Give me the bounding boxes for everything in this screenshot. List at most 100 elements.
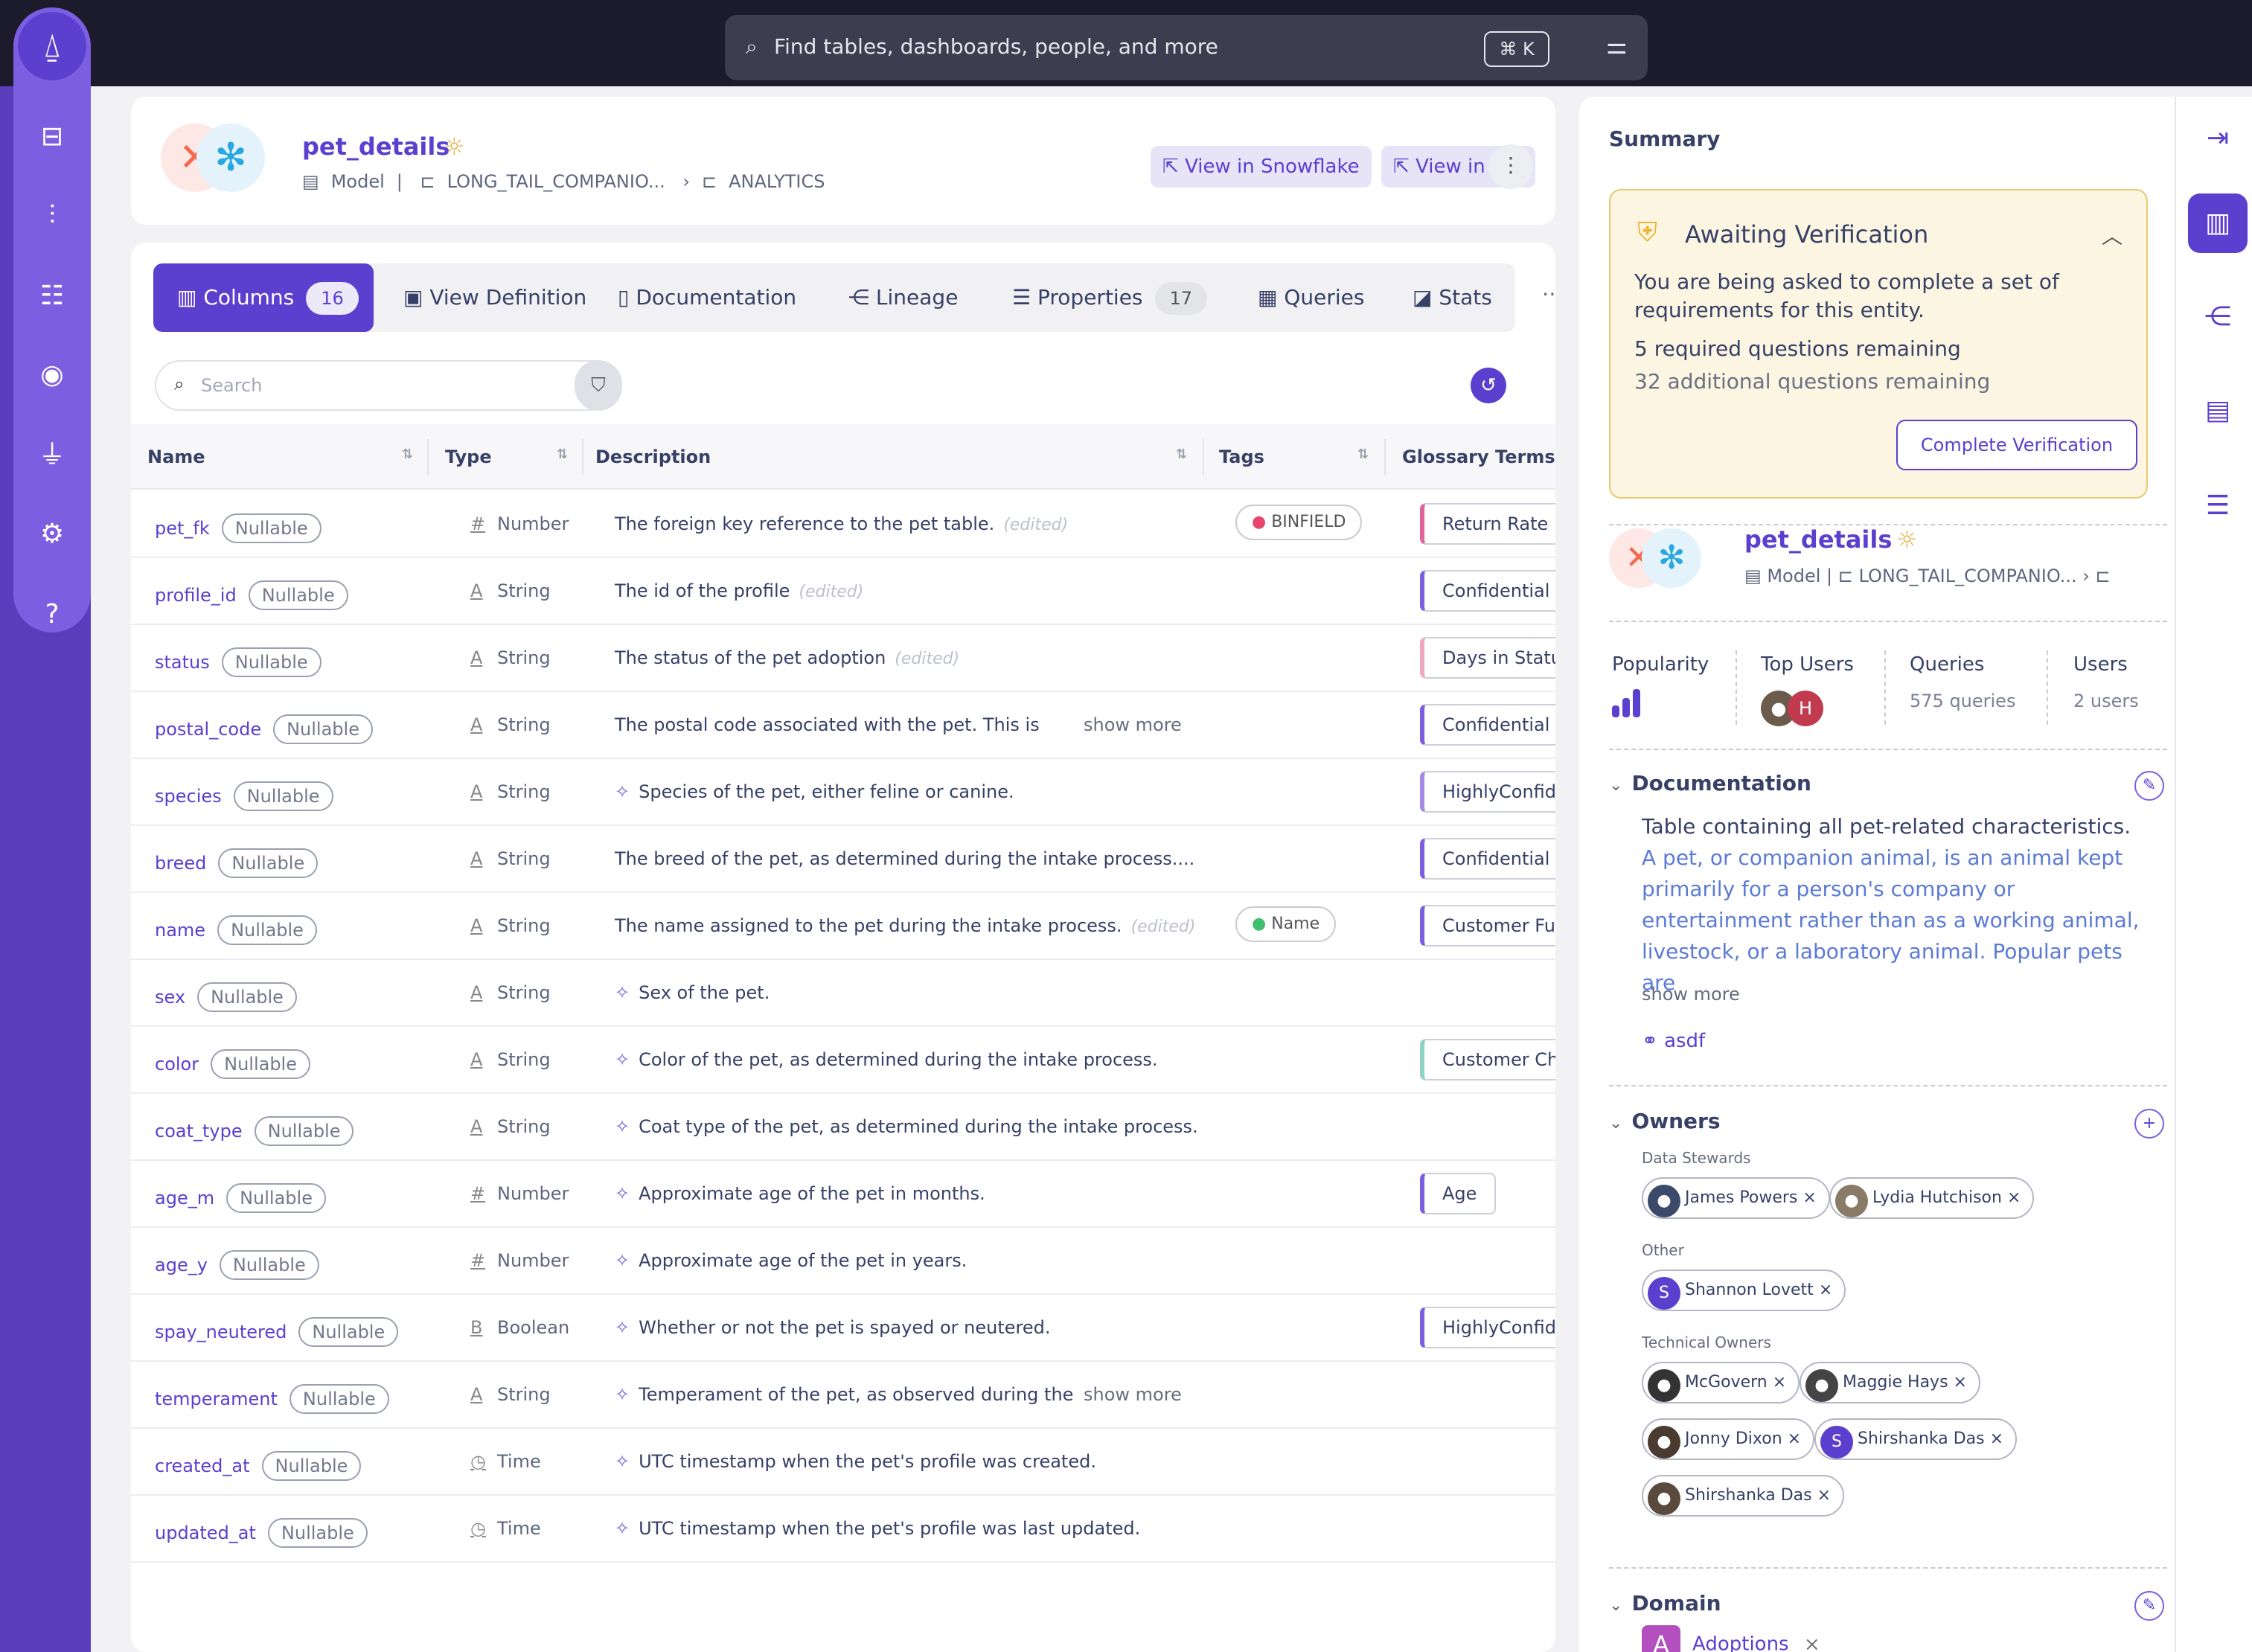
remove-icon[interactable]: × bbox=[2007, 1188, 2021, 1207]
column-description[interactable]: The postal code associated with the pet.… bbox=[615, 714, 1040, 735]
header-glossary-terms[interactable]: Glossary Terms bbox=[1402, 446, 1555, 467]
app-logo-icon[interactable]: ⍙ bbox=[18, 12, 86, 80]
add-owner-plus-icon[interactable]: + bbox=[2134, 1109, 2164, 1139]
table-row[interactable]: postal_code Nullable A String The postal cod… bbox=[131, 692, 1555, 759]
column-name[interactable]: profile_id Nullable bbox=[155, 580, 348, 610]
top-users-avatars[interactable]: ● H bbox=[1761, 691, 1823, 726]
sort-icon[interactable]: ⇅ bbox=[402, 446, 413, 462]
column-description[interactable]: The name assigned to the pet during the … bbox=[615, 915, 1195, 936]
glossary-term-pill[interactable]: HighlyConfidential bbox=[1420, 771, 1555, 813]
documentation-section-header[interactable]: ⌄ Documentation bbox=[1609, 771, 1811, 795]
summary-book-icon[interactable]: ▥ bbox=[2188, 193, 2248, 253]
table-row[interactable]: species Nullable A String ✧ Species of the pe… bbox=[131, 759, 1555, 826]
column-name[interactable]: age_y Nullable bbox=[155, 1250, 319, 1280]
glossary-term-pill[interactable]: Age bbox=[1420, 1173, 1497, 1214]
table-row[interactable]: profile_id Nullable A String The id of the p… bbox=[131, 558, 1555, 625]
glossary-term-pill[interactable]: Return Rate bbox=[1420, 503, 1555, 545]
table-row[interactable]: name Nullable A String The name assigned to … bbox=[131, 893, 1555, 960]
settings-gear-icon[interactable]: ⚙ bbox=[34, 516, 70, 552]
column-name[interactable]: postal_code Nullable bbox=[155, 714, 373, 744]
table-row[interactable]: age_m Nullable # Number ✧ Approximate age of … bbox=[131, 1161, 1555, 1228]
tab-columns[interactable]: ▥ Columns 16 bbox=[153, 263, 374, 332]
domain-section-header[interactable]: ⌄ Domain bbox=[1609, 1591, 1721, 1616]
view-in-snowflake-button[interactable]: ⇱ View in Snowflake bbox=[1151, 146, 1372, 188]
summary-entity-name[interactable]: pet_details bbox=[1744, 525, 1892, 554]
table-row[interactable]: coat_type Nullable A String ✧ Coat type of th… bbox=[131, 1094, 1555, 1161]
owner-chip[interactable]: ● McGovern × bbox=[1642, 1362, 1800, 1403]
ingestion-plug-icon[interactable]: ⏚ bbox=[34, 438, 70, 473]
remove-icon[interactable]: × bbox=[1954, 1373, 1967, 1392]
table-row[interactable]: spay_neutered Nullable B Boolean ✧ Whether or… bbox=[131, 1295, 1555, 1362]
remove-icon[interactable]: × bbox=[1773, 1373, 1786, 1392]
edit-pencil-icon[interactable]: ✎ bbox=[2134, 771, 2164, 801]
filter-icon[interactable]: ⛉ bbox=[575, 360, 622, 411]
owner-chip[interactable]: S Shirshanka Das × bbox=[1814, 1418, 2018, 1460]
sort-icon[interactable]: ⇅ bbox=[557, 446, 568, 462]
collapse-panel-icon[interactable]: ⇥ bbox=[2188, 109, 2248, 168]
table-row[interactable]: created_at Nullable ◷ Time ✧ UTC timestamp wh… bbox=[131, 1429, 1555, 1496]
glossary-term-pill[interactable]: Confidential bbox=[1420, 570, 1555, 612]
column-description[interactable]: The breed of the pet, as determined duri… bbox=[615, 848, 1194, 869]
documentation-show-more[interactable]: show more bbox=[1642, 984, 1740, 1005]
history-icon[interactable]: ↺ bbox=[1471, 368, 1506, 403]
more-options-button[interactable]: ⋮ bbox=[1488, 144, 1533, 189]
column-name[interactable]: pet_fk Nullable bbox=[155, 513, 322, 543]
header-description[interactable]: Description bbox=[595, 446, 711, 467]
table-row[interactable]: pet_fk Nullable # Number The foreign key ref… bbox=[131, 491, 1555, 558]
glossary-term-pill[interactable]: Confidential bbox=[1420, 704, 1555, 746]
column-name[interactable]: coat_type Nullable bbox=[155, 1116, 354, 1146]
header-name[interactable]: Name bbox=[147, 446, 205, 467]
column-description[interactable]: ✧ Approximate age of the pet in months. bbox=[615, 1183, 985, 1204]
glossary-term-pill[interactable]: Customer Churn Indicator bbox=[1420, 1039, 1555, 1080]
chevron-up-icon[interactable]: ︿ bbox=[2102, 220, 2123, 250]
more-tabs-icon[interactable]: ⋯ bbox=[1542, 281, 1555, 306]
column-description[interactable]: ✧ Coat type of the pet, as determined dur… bbox=[615, 1116, 1198, 1137]
header-tags[interactable]: Tags bbox=[1219, 446, 1264, 467]
glossary-term-pill[interactable]: Customer Full Name bbox=[1420, 905, 1555, 947]
glossary-term-pill[interactable]: Confidential bbox=[1420, 838, 1555, 880]
header-type[interactable]: Type bbox=[445, 446, 492, 467]
documentation-body-link[interactable]: A pet, or companion animal, is an animal… bbox=[1642, 845, 2140, 995]
column-description[interactable]: ✧ Species of the pet, either feline or ca… bbox=[615, 781, 1014, 802]
owner-chip[interactable]: ● Jonny Dixon × bbox=[1642, 1418, 1815, 1460]
observe-icon[interactable]: ◉ bbox=[34, 357, 70, 393]
column-name[interactable]: updated_at Nullable bbox=[155, 1518, 368, 1548]
global-search[interactable]: ⌕ Find tables, dashboards, people, and m… bbox=[725, 15, 1648, 80]
table-row[interactable]: sex Nullable A String ✧ Sex of the pet. bbox=[131, 960, 1555, 1027]
remove-icon[interactable]: × bbox=[1819, 1281, 1832, 1299]
remove-icon[interactable]: × bbox=[1990, 1430, 2003, 1448]
show-more-link[interactable]: show more bbox=[1084, 1384, 1182, 1405]
column-name[interactable]: age_m Nullable bbox=[155, 1183, 326, 1213]
sort-icon[interactable]: ⇅ bbox=[1176, 446, 1187, 462]
remove-icon[interactable]: × bbox=[1817, 1486, 1831, 1505]
governance-icon[interactable]: ☷ bbox=[34, 278, 70, 314]
complete-verification-button[interactable]: Complete Verification bbox=[1896, 420, 2137, 470]
column-description[interactable]: ✧ Temperament of the pet, as observed dur… bbox=[615, 1384, 1073, 1405]
column-description[interactable]: ✧ Color of the pet, as determined during … bbox=[615, 1049, 1158, 1070]
column-description[interactable]: The foreign key reference to the pet tab… bbox=[615, 513, 1068, 534]
breadcrumb-container[interactable]: LONG_TAIL_COMPANIO... bbox=[447, 171, 665, 192]
owner-chip[interactable]: ● Lydia Hutchison × bbox=[1829, 1177, 2035, 1219]
column-description[interactable]: The id of the profile (edited) bbox=[615, 580, 863, 601]
remove-icon[interactable]: × bbox=[1802, 1188, 1816, 1207]
column-description[interactable]: ✧ Sex of the pet. bbox=[615, 982, 770, 1003]
sort-icon[interactable]: ⇅ bbox=[1357, 446, 1369, 462]
owner-chip[interactable]: ● Maggie Hays × bbox=[1800, 1362, 1980, 1403]
table-row[interactable]: updated_at Nullable ◷ Time ✧ UTC timestamp wh… bbox=[131, 1496, 1555, 1563]
column-name[interactable]: color Nullable bbox=[155, 1049, 310, 1079]
schema-icon[interactable]: ▤ bbox=[2188, 381, 2248, 441]
summary-container[interactable]: LONG_TAIL_COMPANIO... bbox=[1858, 566, 2076, 586]
table-row[interactable]: color Nullable A String ✧ Color of the pet, a… bbox=[131, 1027, 1555, 1094]
tab-queries[interactable]: ▦ Queries bbox=[1258, 263, 1364, 332]
tag-pill[interactable]: ● BINFIELD bbox=[1235, 505, 1363, 540]
lineage-icon[interactable]: ⋲ bbox=[2188, 287, 2248, 347]
show-more-link[interactable]: show more bbox=[1084, 714, 1182, 735]
table-row[interactable]: status Nullable A String The status of the p… bbox=[131, 625, 1555, 692]
help-icon[interactable]: ? bbox=[34, 597, 70, 633]
entity-name[interactable]: pet_details bbox=[302, 132, 450, 161]
tab-view-definition[interactable]: ▣ View Definition bbox=[403, 263, 586, 332]
column-name[interactable]: temperament Nullable bbox=[155, 1384, 389, 1414]
column-name[interactable]: spay_neutered Nullable bbox=[155, 1317, 399, 1347]
column-name[interactable]: breed Nullable bbox=[155, 848, 319, 878]
tab-stats[interactable]: ◪ Stats bbox=[1413, 263, 1492, 332]
